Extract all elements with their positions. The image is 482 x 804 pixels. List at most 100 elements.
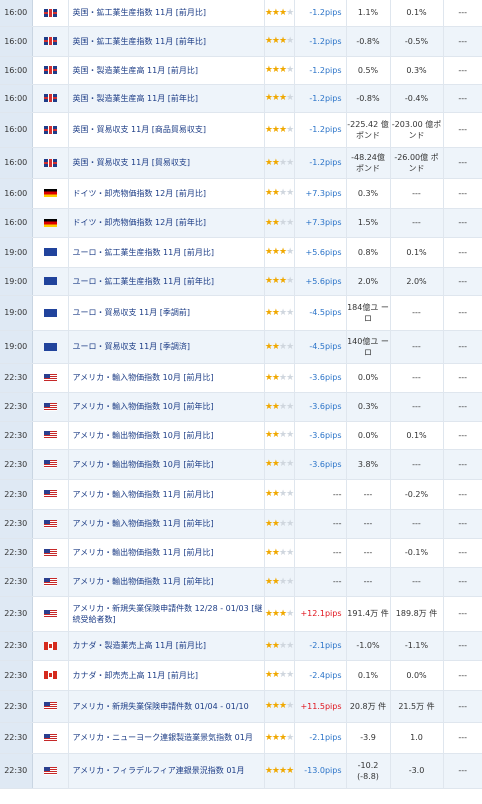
pips-cell: +5.6pips <box>294 267 347 296</box>
indicator-name[interactable]: 英国・貿易収支 11月 [商品貿易収支] <box>68 112 265 148</box>
table-row: 22:30 アメリカ・輸出物価指数 11月 [前年比] ★★★★ --- --- --- -… <box>0 567 482 597</box>
importance-stars-icon: ★★★★ <box>264 421 295 450</box>
time-cell: 22:30 <box>0 509 33 539</box>
forecast-cell: -3.0 <box>390 753 444 789</box>
flag-cell <box>32 178 69 209</box>
us-flag-icon <box>43 577 57 586</box>
time-cell: 19:00 <box>0 330 33 364</box>
forecast-cell: 0.3% <box>390 56 444 85</box>
us-flag-icon <box>43 702 57 710</box>
previous-cell: --- <box>443 567 482 597</box>
result-cell: 1.1% <box>346 0 391 27</box>
indicator-name[interactable]: ユーロ・貿易収支 11月 [季調済] <box>68 330 265 364</box>
time-cell: 19:00 <box>0 295 33 331</box>
table-row: 22:30 アメリカ・輸出物価指数 10月 [前月比] ★★★★ -3.6pips 0.… <box>0 421 482 450</box>
previous-cell: --- <box>443 363 482 393</box>
importance-stars-icon: ★★★★ <box>264 56 295 85</box>
indicator-name[interactable]: ドイツ・卸売物価指数 12月 [前月比] <box>68 178 265 209</box>
previous-cell: --- <box>443 660 482 691</box>
flag-cell <box>32 147 69 179</box>
pips-cell: -3.6pips <box>294 363 347 393</box>
indicator-name[interactable]: 英国・鉱工業生産指数 11月 [前月比] <box>68 0 265 27</box>
pips-cell: --- <box>294 567 347 597</box>
table-row: 16:00 英国・製造業生産高 11月 [前年比] ★★★★ -1.2pips -0.8… <box>0 84 482 113</box>
eu-flag-icon <box>43 248 57 256</box>
flag-cell <box>32 690 69 723</box>
indicator-name[interactable]: アメリカ・輸入物価指数 10月 [前月比] <box>68 363 265 393</box>
time-cell: 22:30 <box>0 479 33 510</box>
indicator-name[interactable]: アメリカ・新規失業保険申請件数 01/04 - 01/10 <box>68 690 265 723</box>
time-cell: 22:30 <box>0 392 33 422</box>
time-cell: 22:30 <box>0 538 33 568</box>
indicator-name[interactable]: アメリカ・輸入物価指数 10月 [前年比] <box>68 392 265 422</box>
forecast-cell: 189.8万 件 <box>390 596 444 632</box>
indicator-name[interactable]: カナダ・製造業売上高 11月 [前月比] <box>68 631 265 661</box>
indicator-name[interactable]: 英国・貿易収支 11月 [貿易収支] <box>68 147 265 179</box>
indicator-name[interactable]: アメリカ・輸入物価指数 11月 [前年比] <box>68 509 265 539</box>
ca-flag-icon <box>43 671 57 679</box>
forecast-cell: --- <box>390 208 444 238</box>
result-cell: 140億ユ ーロ <box>346 330 391 364</box>
importance-stars-icon: ★★★★ <box>264 596 295 632</box>
indicator-name[interactable]: 英国・鉱工業生産指数 11月 [前年比] <box>68 26 265 57</box>
indicator-name[interactable]: 英国・製造業生産高 11月 [前月比] <box>68 56 265 85</box>
importance-stars-icon: ★★★★ <box>264 147 295 179</box>
result-cell: 0.0% <box>346 421 391 450</box>
indicator-name[interactable]: 英国・製造業生産高 11月 [前年比] <box>68 84 265 113</box>
forecast-cell: 2.0% <box>390 267 444 296</box>
result-cell: --- <box>346 567 391 597</box>
us-flag-icon <box>43 431 57 439</box>
flag-cell <box>32 56 69 85</box>
table-row: 19:00 ユーロ・鉱工業生産指数 11月 [前月比] ★★★★ +5.6pips 0.… <box>0 237 482 268</box>
importance-stars-icon: ★★★★ <box>264 567 295 597</box>
forecast-cell: 0.1% <box>390 237 444 268</box>
importance-stars-icon: ★★★★ <box>264 392 295 422</box>
forecast-cell: -26.00億 ポンド <box>390 147 444 179</box>
indicator-name[interactable]: ユーロ・鉱工業生産指数 11月 [前年比] <box>68 267 265 296</box>
indicator-name[interactable]: アメリカ・フィラデルフィア連銀景況指数 01月 <box>68 753 265 789</box>
forecast-cell: -203.00 億ポンド <box>390 112 444 148</box>
forecast-cell: --- <box>390 363 444 393</box>
indicator-name[interactable]: ユーロ・貿易収支 11月 [季調前] <box>68 295 265 331</box>
time-cell: 22:30 <box>0 363 33 393</box>
indicator-name[interactable]: アメリカ・輸出物価指数 11月 [前年比] <box>68 567 265 597</box>
forecast-cell: --- <box>390 392 444 422</box>
uk-flag-icon <box>43 158 57 167</box>
table-row: 22:30 アメリカ・輸入物価指数 10月 [前月比] ★★★★ -3.6pips 0.… <box>0 363 482 393</box>
flag-cell <box>32 363 69 393</box>
pips-cell: +11.5pips <box>294 690 347 723</box>
result-cell: -10.2 (-8.8) <box>346 753 391 789</box>
pips-cell: -4.5pips <box>294 330 347 364</box>
forecast-cell: --- <box>390 449 444 480</box>
indicator-name[interactable]: アメリカ・輸入物価指数 11月 [前月比] <box>68 479 265 510</box>
result-cell: 0.1% <box>346 660 391 691</box>
indicator-name[interactable]: カナダ・卸売売上高 11月 [前月比] <box>68 660 265 691</box>
table-row: 22:30 アメリカ・新規失業保険申請件数 12/28 - 01/03 [継続受給… <box>0 596 482 632</box>
indicator-name[interactable]: ドイツ・卸売物価指数 12月 [前年比] <box>68 208 265 238</box>
us-flag-icon <box>43 519 57 528</box>
importance-stars-icon: ★★★★ <box>264 112 295 148</box>
us-flag-icon <box>43 548 57 557</box>
flag-cell <box>32 421 69 450</box>
previous-cell: --- <box>443 0 482 27</box>
indicator-name[interactable]: アメリカ・輸出物価指数 10月 [前年比] <box>68 449 265 480</box>
indicator-name[interactable]: アメリカ・輸出物価指数 10月 [前月比] <box>68 421 265 450</box>
result-cell: 0.8% <box>346 237 391 268</box>
table-row: 22:30 アメリカ・新規失業保険申請件数 01/04 - 01/10 ★★★★ +1… <box>0 690 482 723</box>
result-cell: 20.8万 件 <box>346 690 391 723</box>
table-row: 22:30 アメリカ・フィラデルフィア連銀景況指数 01月 ★★★★ -13.0pip… <box>0 753 482 789</box>
uk-flag-icon <box>43 94 57 102</box>
table-row: 19:00 ユーロ・鉱工業生産指数 11月 [前年比] ★★★★ +5.6pips 2.… <box>0 267 482 296</box>
result-cell: -1.0% <box>346 631 391 661</box>
ca-flag-icon <box>43 641 57 650</box>
pips-cell: -4.5pips <box>294 295 347 331</box>
time-cell: 22:30 <box>0 596 33 632</box>
table-row: 16:00 英国・鉱工業生産指数 11月 [前年比] ★★★★ -1.2pips -0.… <box>0 26 482 57</box>
indicator-name[interactable]: アメリカ・新規失業保険申請件数 12/28 - 01/03 [継続受給者数] <box>68 596 265 632</box>
flag-cell <box>32 631 69 661</box>
indicator-name[interactable]: アメリカ・ニューヨーク連銀製造業景気指数 01月 <box>68 722 265 754</box>
forecast-cell: --- <box>390 295 444 331</box>
forecast-cell: 0.1% <box>390 421 444 450</box>
indicator-name[interactable]: アメリカ・輸出物価指数 11月 [前月比] <box>68 538 265 568</box>
indicator-name[interactable]: ユーロ・鉱工業生産指数 11月 [前月比] <box>68 237 265 268</box>
